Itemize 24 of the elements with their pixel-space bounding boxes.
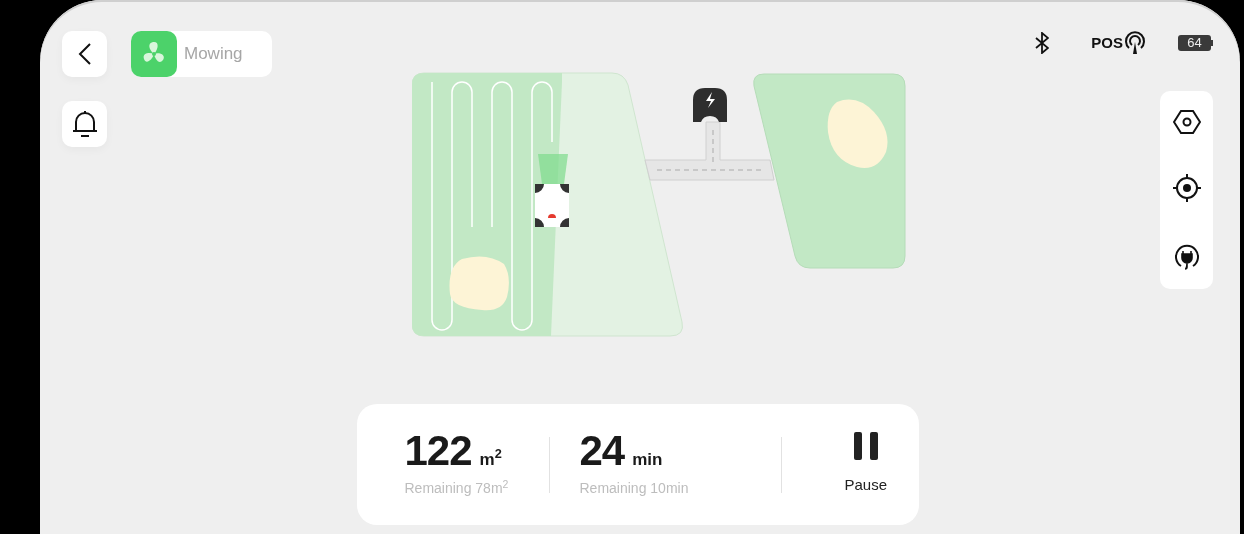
stat-caption: Remaining 10min: [579, 479, 690, 498]
back-button[interactable]: [62, 31, 107, 77]
back-icon: [77, 42, 92, 66]
bell-icon: [71, 110, 98, 138]
bluetooth-icon: [1035, 32, 1050, 54]
pause-icon: [852, 432, 879, 461]
locate-icon[interactable]: [1171, 173, 1202, 203]
stat-unit: min: [632, 448, 663, 471]
mode-label: Mowing: [184, 43, 243, 66]
stat-value: 122: [404, 430, 472, 472]
signal-icon: [1124, 31, 1146, 55]
hexagon-nut-icon[interactable]: [1172, 109, 1201, 135]
stat-unit: m$^{2}$: [479, 446, 502, 471]
obstacle: [449, 256, 509, 311]
battery-level: 64: [1178, 35, 1211, 51]
stat-caption: Remaining 78m$^{2}$: [404, 478, 510, 498]
notification-button[interactable]: [62, 101, 107, 147]
mower-icon: [535, 184, 569, 227]
mowing-beam: [538, 154, 568, 184]
charging-station-icon: [693, 88, 727, 122]
obstacle: [827, 99, 888, 168]
position-label: POS: [1091, 32, 1123, 53]
stat-value: 24: [579, 430, 625, 472]
pause-button[interactable]: Pause: [844, 432, 888, 497]
